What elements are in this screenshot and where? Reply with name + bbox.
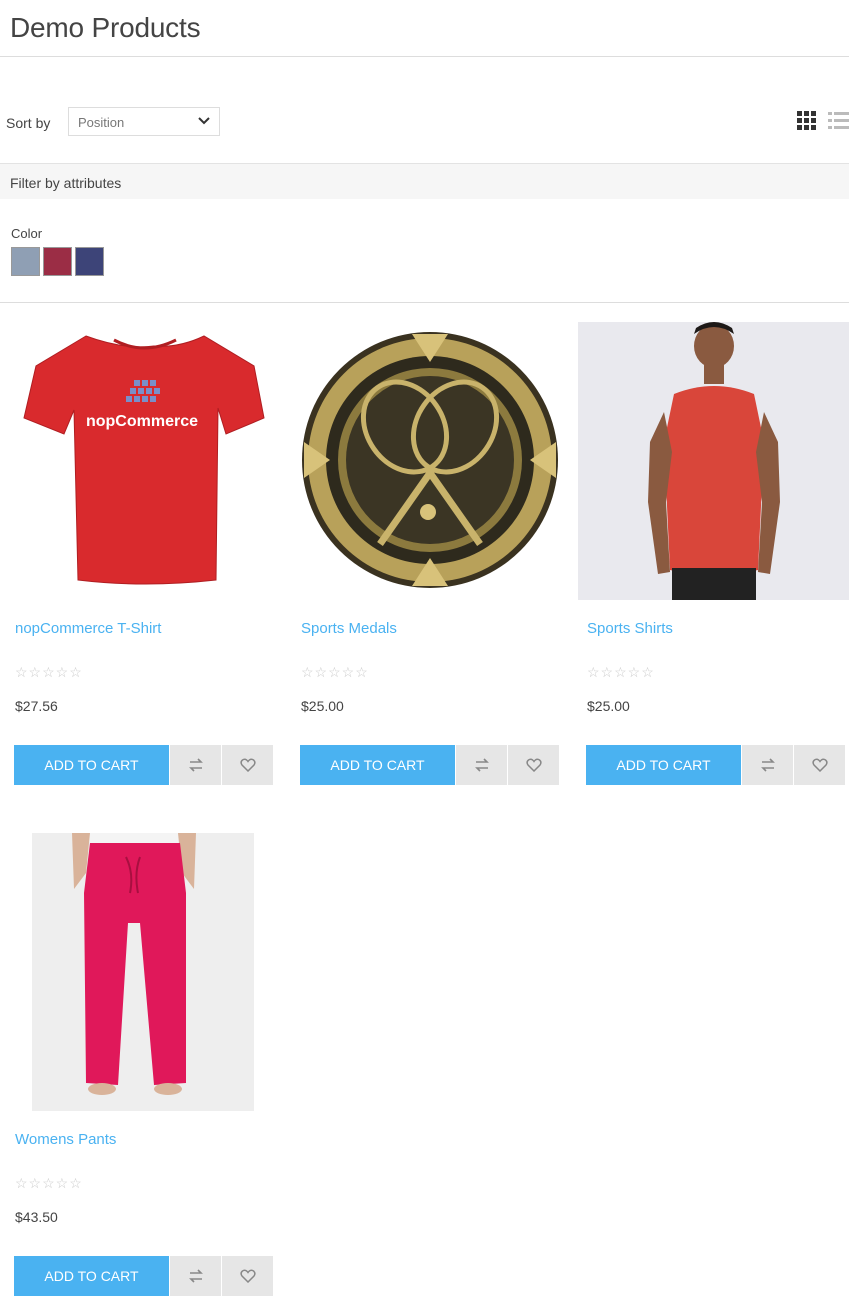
color-swatch-red[interactable] <box>43 247 72 276</box>
product-name-link[interactable]: Sports Medals <box>301 620 397 637</box>
heart-icon <box>239 758 256 772</box>
filter-divider <box>0 302 849 303</box>
wishlist-button[interactable] <box>222 745 273 785</box>
add-to-cart-button[interactable]: ADD TO CART <box>14 745 169 785</box>
heart-icon <box>525 758 542 772</box>
wishlist-button[interactable] <box>222 1256 273 1296</box>
product-name-link[interactable]: Sports Shirts <box>587 620 673 637</box>
product-name-link[interactable]: nopCommerce T-Shirt <box>15 620 161 637</box>
rating-stars: ☆☆☆☆☆ <box>587 664 655 680</box>
add-to-cart-button[interactable]: ADD TO CART <box>14 1256 169 1296</box>
grid-icon[interactable] <box>797 111 817 131</box>
color-swatches <box>11 247 104 276</box>
product-image-womens-pants[interactable] <box>14 833 274 1111</box>
compare-button[interactable] <box>456 745 507 785</box>
product-price: $27.56 <box>15 698 58 714</box>
compare-button[interactable] <box>170 1256 221 1296</box>
sort-select[interactable]: Position <box>68 107 220 136</box>
product-name-link[interactable]: Womens Pants <box>15 1131 116 1148</box>
compare-icon <box>474 758 489 772</box>
filter-title: Filter by attributes <box>10 175 122 191</box>
product-image-tshirt[interactable]: nopCommerce <box>14 322 274 600</box>
wishlist-button[interactable] <box>794 745 845 785</box>
rating-stars: ☆☆☆☆☆ <box>15 1175 83 1191</box>
sort-label: Sort by <box>6 115 51 131</box>
product-price: $43.50 <box>15 1209 58 1225</box>
rating-stars: ☆☆☆☆☆ <box>15 664 83 680</box>
heart-icon <box>811 758 828 772</box>
color-filter-label: Color <box>11 226 43 241</box>
compare-button[interactable] <box>170 745 221 785</box>
heart-icon <box>239 1269 256 1283</box>
list-icon[interactable] <box>828 111 849 131</box>
add-to-cart-button[interactable]: ADD TO CART <box>586 745 741 785</box>
product-price: $25.00 <box>301 698 344 714</box>
color-swatch-navy[interactable] <box>75 247 104 276</box>
product-price: $25.00 <box>587 698 630 714</box>
rating-stars: ☆☆☆☆☆ <box>301 664 369 680</box>
compare-icon <box>760 758 775 772</box>
compare-icon <box>188 1269 203 1283</box>
filter-header: Filter by attributes <box>0 163 849 199</box>
product-image-medal[interactable] <box>300 322 560 600</box>
wishlist-button[interactable] <box>508 745 559 785</box>
compare-icon <box>188 758 203 772</box>
sort-selected-value: Position <box>78 115 125 130</box>
page-title: Demo Products <box>10 12 201 43</box>
color-swatch-gray[interactable] <box>11 247 40 276</box>
product-image-sports-shirt[interactable] <box>578 322 849 600</box>
add-to-cart-button[interactable]: ADD TO CART <box>300 745 455 785</box>
chevron-down-icon <box>198 117 210 125</box>
compare-button[interactable] <box>742 745 793 785</box>
title-divider <box>0 56 849 57</box>
svg-text:nopCommerce: nopCommerce <box>86 413 198 430</box>
